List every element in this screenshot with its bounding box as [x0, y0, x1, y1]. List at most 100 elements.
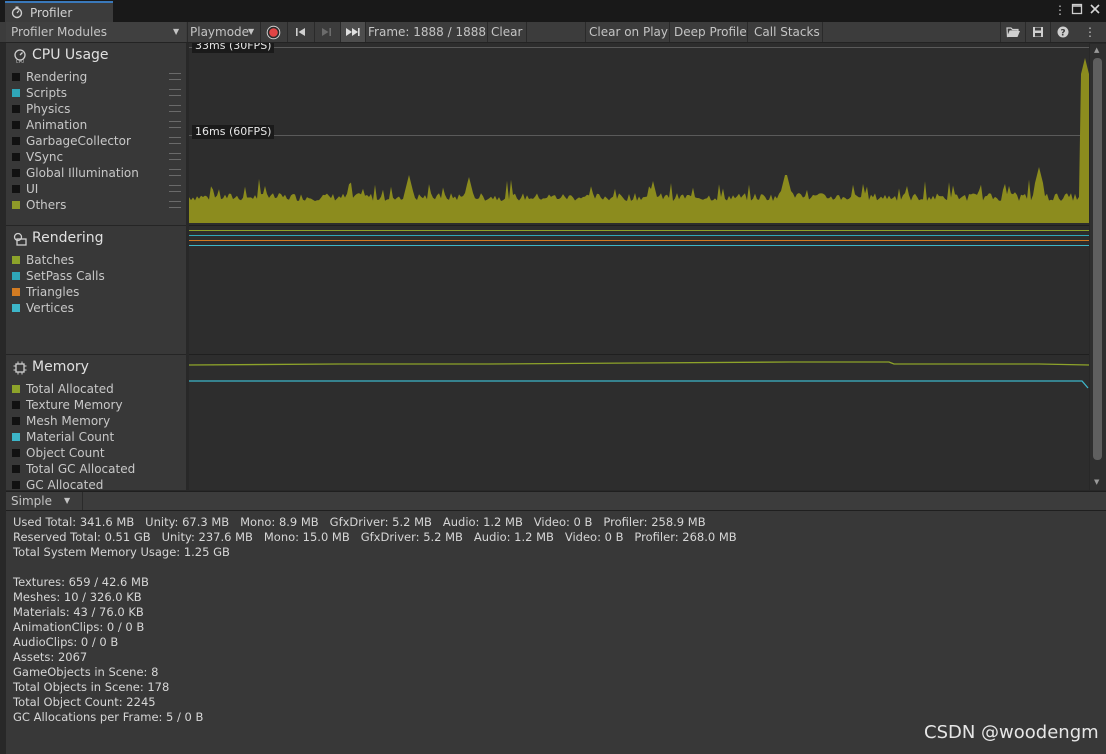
legend-item[interactable]: Total GC Allocated: [12, 461, 135, 477]
legend-label: Rendering: [26, 70, 88, 84]
legend-label: Object Count: [26, 446, 105, 460]
vertices-series: [189, 245, 1089, 246]
detail-line: Meshes: 10 / 326.0 KB: [13, 590, 142, 604]
details-toolbar: Simple ▼: [6, 491, 1106, 511]
legend-item[interactable]: GC Allocated: [12, 477, 103, 490]
deep-profile-toggle[interactable]: Deep Profile: [670, 22, 747, 42]
legend-color-swatch: [12, 384, 20, 393]
legend-item[interactable]: Rendering: [12, 69, 87, 85]
legend-label: Animation: [26, 118, 88, 132]
drag-handle-icon[interactable]: [169, 201, 181, 208]
modules-scrollbar[interactable]: ▲ ▼: [1090, 44, 1106, 490]
scroll-down-icon[interactable]: ▼: [1094, 478, 1099, 486]
detail-line: Total Objects in Scene: 178: [13, 680, 170, 694]
legend-item[interactable]: Triangles: [12, 284, 79, 300]
load-profile-button[interactable]: [1001, 22, 1025, 42]
help-button[interactable]: ?: [1052, 22, 1074, 42]
legend-item[interactable]: SetPass Calls: [12, 268, 105, 284]
frame-counter: Frame: 1888 / 1888: [368, 25, 486, 39]
legend-item[interactable]: VSync: [12, 149, 63, 165]
memory-module-panel[interactable]: Memory Total Allocated Texture Memory Mesh…: [6, 355, 186, 490]
drag-handle-icon[interactable]: [169, 137, 181, 144]
legend-label: Total GC Allocated: [26, 462, 136, 476]
clear-on-play-toggle[interactable]: Clear on Play: [586, 22, 669, 42]
svg-text:?: ?: [1060, 29, 1065, 39]
current-frame-button[interactable]: [341, 22, 365, 42]
kebab-menu-icon[interactable]: ⋮: [1053, 3, 1067, 17]
next-frame-icon: [322, 28, 331, 36]
drag-handle-icon[interactable]: [169, 169, 181, 176]
toolbar-menu-icon[interactable]: ⋮: [1080, 22, 1100, 42]
profiler-modules-label: Profiler Modules: [11, 25, 107, 39]
legend-label: UI: [26, 182, 39, 196]
legend-item[interactable]: Object Count: [12, 445, 105, 461]
rendering-module-title: Rendering: [32, 230, 104, 246]
rendering-graph[interactable]: [189, 226, 1089, 354]
folder-open-icon: [1006, 27, 1020, 38]
profiler-toolbar: Profiler Modules ▼ Playmode ▼ Frame: 188…: [0, 22, 1106, 43]
legend-label: VSync: [26, 150, 64, 164]
batches-series: [189, 230, 1089, 231]
legend-item[interactable]: Others: [12, 197, 66, 213]
watermark: CSDN @woodengm: [924, 722, 1099, 743]
detail-line: Total Object Count: 2245: [13, 695, 156, 709]
profiler-modules-dropdown[interactable]: Profiler Modules ▼: [6, 22, 186, 42]
legend-color-swatch: [12, 104, 20, 113]
drag-handle-icon[interactable]: [169, 185, 181, 192]
detail-line: Materials: 43 / 76.0 KB: [13, 605, 144, 619]
legend-label: Mesh Memory: [26, 414, 111, 428]
target-dropdown[interactable]: Playmode ▼: [188, 22, 259, 42]
legend-item[interactable]: Physics: [12, 101, 70, 117]
legend-color-swatch: [12, 136, 20, 145]
legend-item[interactable]: Material Count: [12, 429, 114, 445]
view-mode-dropdown[interactable]: Simple ▼: [6, 492, 76, 510]
legend-label: GC Allocated: [26, 478, 104, 490]
legend-item[interactable]: Mesh Memory: [12, 413, 110, 429]
legend-item[interactable]: Global Illumination: [12, 165, 139, 181]
rendering-module-panel[interactable]: Rendering Batches SetPass Calls Triangles V…: [6, 226, 186, 354]
drag-handle-icon[interactable]: [169, 105, 181, 112]
legend-item[interactable]: UI: [12, 181, 38, 197]
call-stacks-toggle[interactable]: Call Stacks: [748, 22, 822, 42]
cpu-usage-graph[interactable]: 33ms (30FPS) 16ms (60FPS): [189, 43, 1089, 225]
drag-handle-icon[interactable]: [169, 73, 181, 80]
memory-graph[interactable]: [189, 355, 1089, 490]
legend-item[interactable]: Vertices: [12, 300, 74, 316]
scroll-up-icon[interactable]: ▲: [1094, 46, 1099, 54]
previous-frame-icon: [296, 28, 305, 36]
record-button[interactable]: [262, 22, 286, 42]
legend-color-swatch: [12, 168, 20, 177]
legend-item[interactable]: Animation: [12, 117, 87, 133]
next-frame-button[interactable]: [315, 22, 339, 42]
clear-button[interactable]: Clear: [488, 22, 526, 42]
svg-text:CPU: CPU: [16, 59, 24, 63]
legend-item[interactable]: Batches: [12, 252, 74, 268]
close-icon[interactable]: [1088, 3, 1102, 17]
legend-label: Scripts: [26, 86, 68, 100]
legend-item[interactable]: Texture Memory: [12, 397, 123, 413]
cpu-usage-area: [189, 58, 1089, 223]
profiler-tab[interactable]: Profiler: [5, 1, 113, 22]
legend-color-swatch: [12, 448, 20, 457]
scrollbar-thumb[interactable]: [1093, 58, 1102, 460]
detail-line: Assets: 2067: [13, 650, 88, 664]
legend-item[interactable]: Scripts: [12, 85, 67, 101]
drag-handle-icon[interactable]: [169, 121, 181, 128]
detail-line: AnimationClips: 0 / 0 B: [13, 620, 145, 634]
legend-item[interactable]: GarbageCollector: [12, 133, 131, 149]
legend-color-swatch: [12, 120, 20, 129]
memory-chip-icon: [13, 361, 27, 375]
current-frame-icon: [346, 28, 360, 36]
drag-handle-icon[interactable]: [169, 153, 181, 160]
legend-item[interactable]: Total Allocated: [12, 381, 114, 397]
legend-color-swatch: [12, 184, 20, 193]
previous-frame-button[interactable]: [289, 22, 313, 42]
legend-label: Physics: [26, 102, 71, 116]
cpu-module-panel[interactable]: CPU CPU Usage Rendering Scripts Physics Ani…: [6, 43, 186, 225]
memory-module-title: Memory: [32, 359, 89, 375]
drag-handle-icon[interactable]: [169, 89, 181, 96]
material-count-series: [189, 380, 1089, 389]
total-allocated-series: [189, 361, 1089, 366]
maximize-icon[interactable]: [1070, 3, 1084, 17]
save-profile-button[interactable]: [1026, 22, 1050, 42]
